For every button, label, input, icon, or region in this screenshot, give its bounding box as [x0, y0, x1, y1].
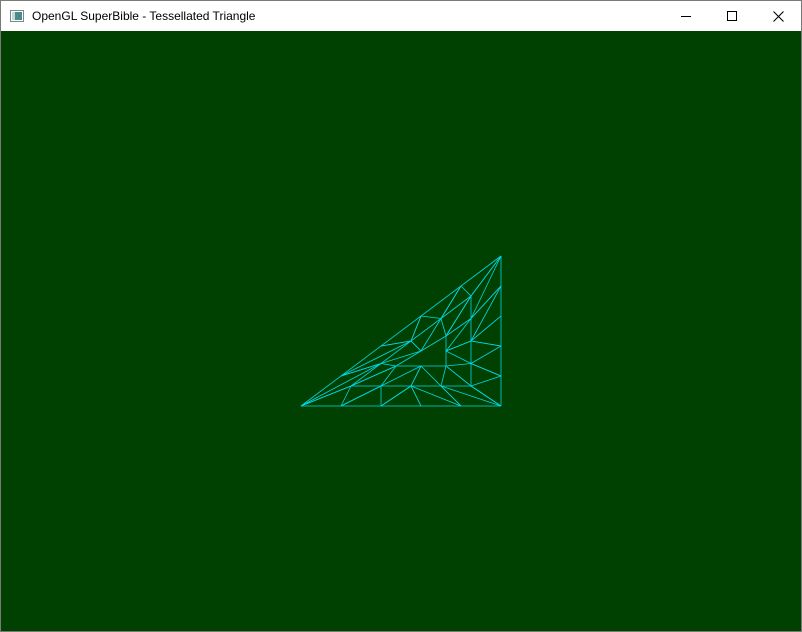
window-title: OpenGL SuperBible - Tessellated Triangle — [32, 9, 256, 23]
wireframe-edge — [420, 315, 442, 319]
wireframe-edge — [445, 350, 472, 364]
wireframe-edge — [440, 318, 447, 337]
app-window-icon[interactable] — [9, 8, 25, 24]
wireframe-edge — [460, 285, 472, 297]
wireframe-edge — [440, 385, 502, 407]
wireframe-edge — [445, 295, 472, 337]
minimize-icon — [681, 16, 691, 17]
wireframe-edge — [445, 318, 472, 337]
wireframe-edge — [340, 385, 382, 407]
wireframe-edge — [470, 385, 502, 407]
wireframe-edge — [410, 340, 422, 352]
app-window: OpenGL SuperBible - Tessellated Triangle — [0, 0, 802, 632]
wireframe-edge — [420, 318, 442, 352]
wireframe-edge — [340, 340, 412, 377]
wireframe-edge — [380, 363, 397, 367]
close-button[interactable] — [755, 1, 801, 31]
wireframe-edge — [380, 385, 412, 407]
wireframe-edge — [470, 255, 502, 319]
wireframe-edge — [470, 345, 502, 364]
wireframe-edge — [440, 365, 447, 387]
close-icon — [772, 10, 784, 22]
wireframe-edge — [410, 385, 462, 407]
wireframe-edge — [445, 365, 472, 387]
wireframe-edge — [300, 363, 382, 407]
maximize-button[interactable] — [709, 1, 755, 31]
wireframe-edge — [410, 365, 422, 387]
minimize-button[interactable] — [663, 1, 709, 31]
wireframe-edge — [300, 385, 352, 407]
maximize-icon — [727, 11, 737, 21]
window-controls — [663, 1, 801, 31]
wireframe-edge — [470, 255, 502, 297]
wireframe-edge — [420, 365, 442, 387]
opengl-viewport[interactable] — [1, 31, 801, 631]
title-bar[interactable]: OpenGL SuperBible - Tessellated Triangle — [1, 1, 801, 31]
wireframe-edge — [440, 285, 462, 319]
wireframe-edge — [445, 363, 472, 367]
wireframe-edge — [470, 340, 502, 347]
wireframe-edge — [470, 363, 502, 377]
tessellated-triangle-render — [300, 255, 502, 407]
wireframe-edge — [470, 375, 502, 387]
wireframe-edge — [470, 315, 502, 342]
wireframe-edge — [380, 365, 422, 387]
